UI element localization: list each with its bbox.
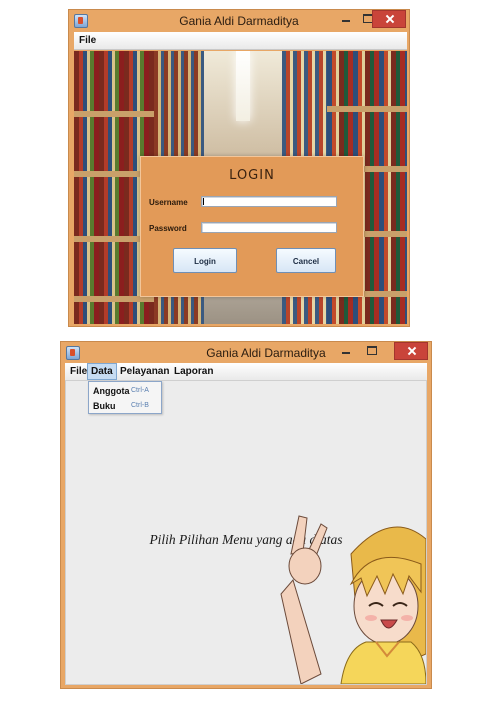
main-content-area: Pilih Pilihan Menu yang ada diatas Anggo… bbox=[65, 380, 427, 685]
java-app-icon bbox=[66, 346, 80, 360]
login-button[interactable]: Login bbox=[173, 248, 237, 273]
minimize-icon[interactable] bbox=[333, 342, 359, 360]
login-heading: LOGIN bbox=[229, 168, 275, 183]
cancel-button[interactable]: Cancel bbox=[276, 248, 336, 273]
menu-item-anggota[interactable]: Anggota bbox=[93, 386, 130, 396]
title-bar[interactable]: Gania Aldi Darmaditya bbox=[69, 10, 409, 32]
login-panel: LOGIN Username Password Login Cancel bbox=[140, 156, 364, 297]
data-menu-dropdown: Anggota Ctrl-A Buku Ctrl-B bbox=[88, 381, 162, 414]
shortcut-anggota: Ctrl-A bbox=[131, 387, 149, 394]
maximize-icon[interactable] bbox=[359, 342, 385, 360]
username-field[interactable] bbox=[201, 196, 337, 207]
menu-pelayanan[interactable]: Pelayanan bbox=[117, 365, 172, 379]
anime-girl-illustration bbox=[280, 515, 426, 684]
close-icon[interactable] bbox=[372, 10, 406, 28]
menu-bar: File Data Pelayanan Laporan bbox=[65, 363, 427, 381]
title-bar[interactable]: Gania Aldi Darmaditya bbox=[61, 342, 431, 364]
menu-laporan[interactable]: Laporan bbox=[171, 365, 216, 379]
username-label: Username bbox=[149, 198, 188, 207]
ceiling-light bbox=[236, 51, 250, 121]
main-window: Gania Aldi Darmaditya File Data Pelayana… bbox=[60, 341, 432, 689]
password-field[interactable] bbox=[201, 222, 337, 233]
password-label: Password bbox=[149, 224, 187, 233]
shortcut-buku: Ctrl-B bbox=[131, 402, 149, 409]
menu-item-buku[interactable]: Buku bbox=[93, 401, 116, 411]
menu-bar: File bbox=[74, 32, 407, 50]
close-icon[interactable] bbox=[394, 342, 428, 360]
menu-file[interactable]: File bbox=[76, 34, 99, 48]
login-window: Gania Aldi Darmaditya File LOGIN Usernam… bbox=[68, 9, 410, 327]
library-background-image: LOGIN Username Password Login Cancel bbox=[74, 51, 407, 324]
menu-data[interactable]: Data bbox=[87, 363, 117, 380]
text-caret bbox=[203, 198, 204, 205]
